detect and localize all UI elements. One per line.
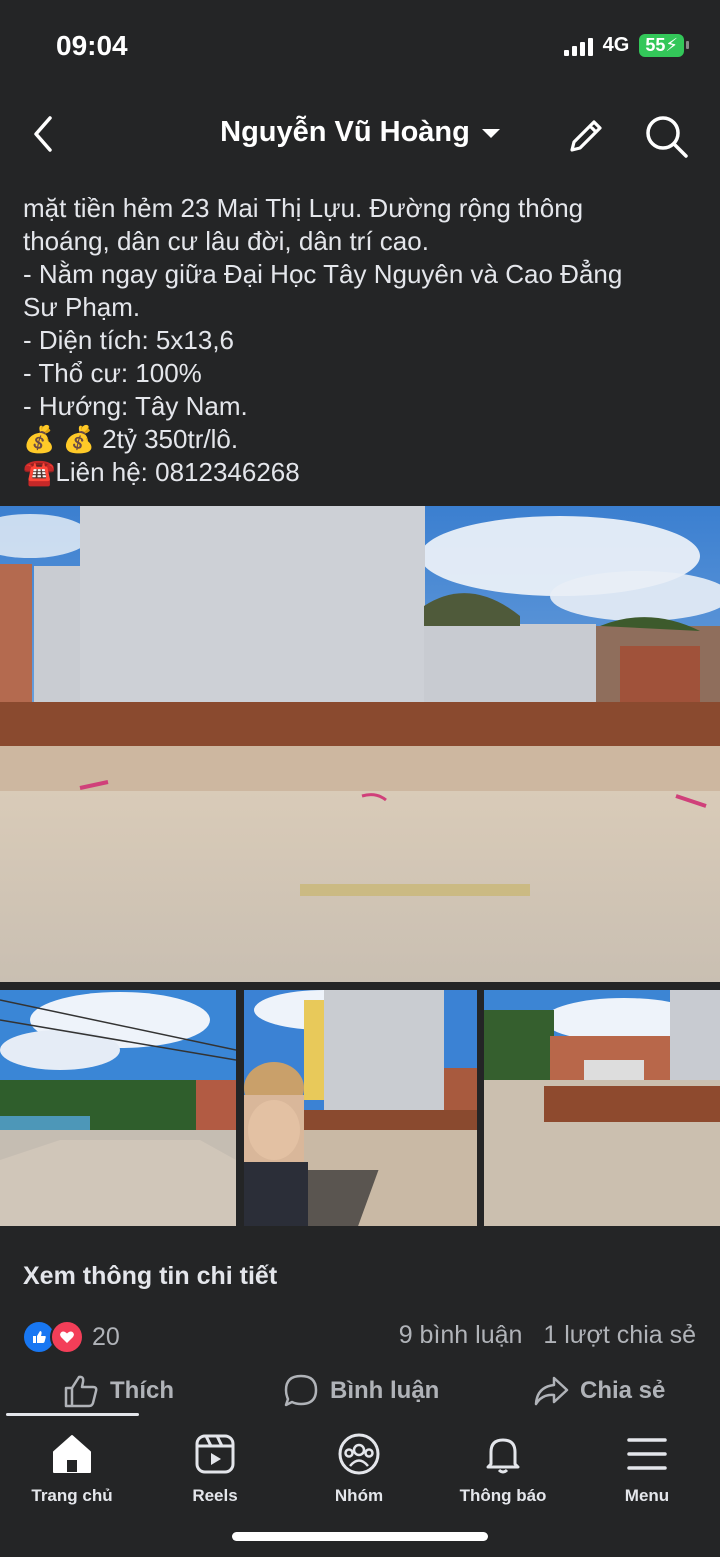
post-line: ☎️Liên hệ: 0812346268: [23, 457, 300, 487]
search-icon: [646, 116, 688, 158]
page-title: Nguyễn Vũ Hoàng: [220, 116, 470, 148]
post-actions: Thích Bình luận Chia sẻ: [0, 1372, 720, 1414]
tab-groups[interactable]: Nhóm: [299, 1432, 419, 1506]
header: Nguyễn Vũ Hoàng: [0, 100, 720, 170]
post-line: Sư Phạm.: [23, 292, 141, 322]
status-bar: 09:04 4G 55⚡: [0, 0, 720, 90]
profile-name-dropdown[interactable]: Nguyễn Vũ Hoàng: [0, 116, 720, 149]
battery-icon: 55⚡: [639, 34, 689, 57]
post-photo-thumbnail[interactable]: [244, 990, 477, 1226]
groups-icon: [338, 1433, 380, 1475]
battery-level: 55: [645, 35, 666, 55]
post-line: - Nằm ngay giữa Đại Học Tây Nguyên và Ca…: [23, 259, 623, 289]
share-label: Chia sẻ: [580, 1377, 666, 1404]
post-photo-main[interactable]: [0, 506, 720, 982]
reels-icon: [195, 1434, 235, 1474]
status-indicators: 4G 55⚡: [563, 34, 689, 57]
comment-icon: [284, 1374, 318, 1407]
reaction-summary[interactable]: 20: [22, 1320, 120, 1354]
post-line: 💰 💰 2tỷ 350tr/lô.: [23, 424, 239, 454]
post-line: - Diện tích: 5x13,6: [23, 325, 234, 355]
search-button[interactable]: [642, 112, 692, 162]
comment-count[interactable]: 9 bình luận: [399, 1321, 523, 1349]
chevron-down-icon: [481, 128, 500, 138]
tab-label: Trang chủ: [31, 1486, 113, 1505]
menu-icon: [627, 1438, 667, 1470]
tab-label: Menu: [624, 1486, 670, 1505]
home-icon: [53, 1435, 91, 1473]
post-photo-thumbnail[interactable]: [484, 990, 720, 1226]
tab-label: Reels: [192, 1486, 238, 1505]
share-icon: [534, 1376, 569, 1406]
pencil-icon: [570, 120, 602, 152]
share-button[interactable]: Chia sẻ: [532, 1372, 665, 1410]
comment-button[interactable]: Bình luận: [282, 1372, 439, 1410]
home-indicator: [232, 1532, 488, 1541]
post-text: mặt tiền hẻm 23 Mai Thị Lựu. Đường rộng …: [23, 192, 703, 489]
post-line: - Thổ cư: 100%: [23, 358, 202, 388]
post-photo-thumbnail[interactable]: [0, 990, 236, 1226]
network-type: 4G: [602, 34, 630, 56]
share-count[interactable]: 1 lượt chia sẻ: [543, 1321, 696, 1349]
bell-icon: [486, 1438, 520, 1474]
signal-icon: [563, 36, 593, 56]
reaction-count: 20: [92, 1322, 120, 1351]
comment-label: Bình luận: [330, 1377, 440, 1404]
post-line: - Hướng: Tây Nam.: [23, 391, 248, 421]
tab-label: Nhóm: [334, 1486, 384, 1505]
post-line: mặt tiền hẻm 23 Mai Thị Lựu. Đường rộng …: [23, 193, 584, 223]
like-label: Thích: [110, 1377, 174, 1404]
thumbs-up-icon: [64, 1375, 98, 1408]
love-reaction-icon: [50, 1320, 84, 1354]
tab-menu[interactable]: Menu: [587, 1432, 707, 1506]
tab-label: Thông báo: [459, 1486, 547, 1505]
engagement-stats: 9 bình luận 1 lượt chia sẻ: [385, 1321, 696, 1350]
edit-button[interactable]: [562, 112, 610, 160]
post-line: thoáng, dân cư lâu đời, dân trí cao.: [23, 226, 429, 256]
tab-home[interactable]: Trang chủ: [12, 1432, 132, 1506]
tab-reels[interactable]: Reels: [155, 1432, 275, 1506]
like-button[interactable]: Thích: [62, 1372, 174, 1410]
see-more-link[interactable]: Xem thông tin chi tiết: [23, 1262, 277, 1291]
status-time: 09:04: [56, 30, 128, 61]
tab-notifications[interactable]: Thông báo: [443, 1432, 563, 1506]
